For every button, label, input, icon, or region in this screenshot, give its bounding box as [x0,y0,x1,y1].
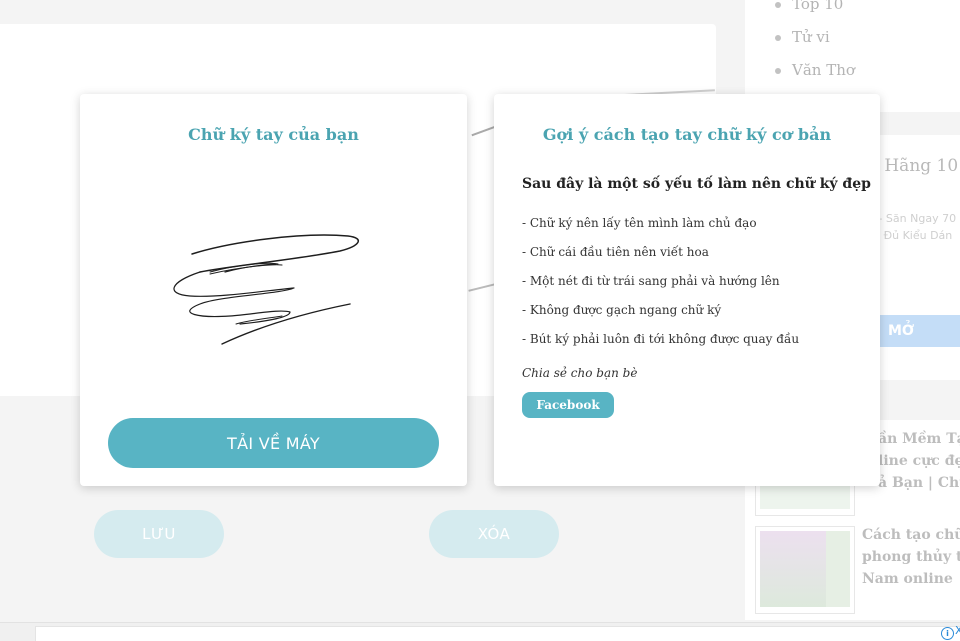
sidebar-menu: Top 10 Tử vi Văn Thơ [775,0,855,87]
tip-item: - Chữ ký nên lấy tên mình làm chủ đạo [522,216,757,230]
sidebar-menu-item[interactable]: Top 10 [775,0,855,21]
signature-image [173,234,359,345]
sidebar-menu-item[interactable]: Tử vi [775,21,855,54]
signature-modal: Chữ ký tay của bạn TẢI VỀ MÁY [80,94,467,486]
clear-button[interactable]: XÓA [429,510,559,558]
tips-list: - Chữ ký nên lấy tên mình làm chủ đạo - … [522,214,799,359]
ad-open-button[interactable]: MỞ [870,315,960,347]
tip-item: - Chữ cái đầu tiên nên viết hoa [522,245,709,259]
ad-title[interactable]: h Hãng 10 [868,156,958,176]
ad-description-continued: &, Đủ Kiểu Dán [868,229,953,242]
post-title[interactable]: ần Mềm Tạo line cực đẹp ả Bạn | Chữ [878,428,960,494]
sidebar-menu-item[interactable]: Văn Thơ [775,54,855,87]
facebook-share-button[interactable]: Facebook [522,392,614,418]
tips-modal: Gợi ý cách tạo tay chữ ký cơ bản Sau đây… [494,94,880,486]
info-icon[interactable]: i [941,627,954,640]
ad-description: n - Săn Ngay 70 [868,212,957,225]
save-button[interactable]: LƯU [94,510,224,558]
bottom-ad-banner[interactable] [35,626,960,641]
close-icon[interactable]: X [955,624,960,637]
post-title[interactable]: Cách tạo chữ k phong thủy the Nam online [862,524,960,590]
tip-item: - Không được gạch ngang chữ ký [522,303,722,317]
tip-item: - Một nét đi từ trái sang phải và hướng … [522,274,780,288]
download-button[interactable]: TẢI VỀ MÁY [108,418,439,468]
post-thumbnail[interactable] [755,526,855,614]
modal-title: Chữ ký tay của bạn [188,125,359,144]
modal-title: Gợi ý cách tạo tay chữ ký cơ bản [542,125,832,144]
tips-heading: Sau đây là một số yếu tố làm nên chữ ký … [522,176,871,192]
share-label: Chia sẻ cho bạn bè [522,366,638,380]
tip-item: - Bút ký phải luôn đi tới không được qua… [522,332,800,346]
